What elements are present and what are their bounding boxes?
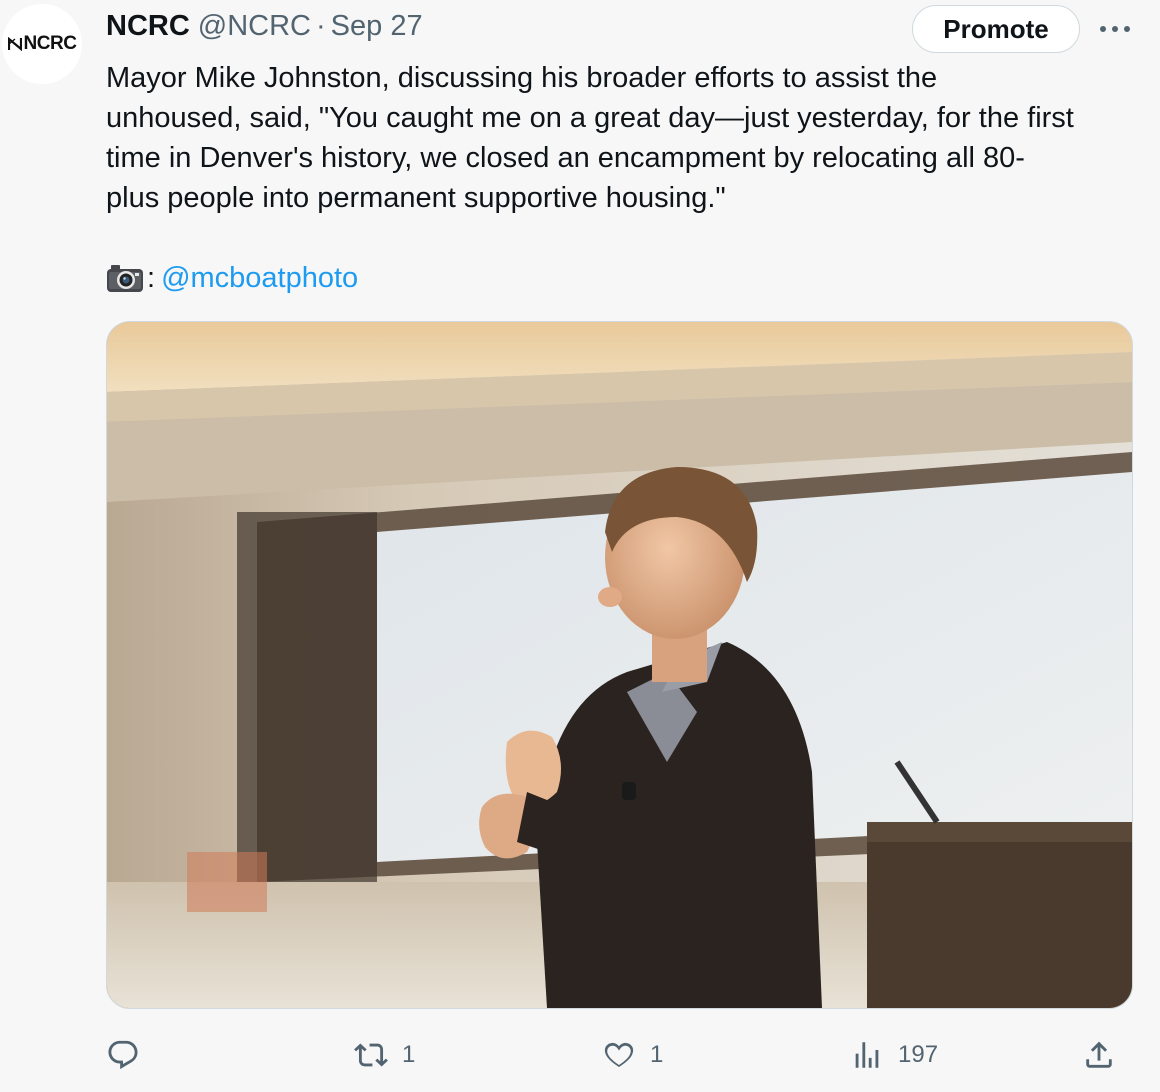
more-horizontal-icon: [1100, 26, 1130, 32]
photo-mayor-speaking: [107, 322, 1132, 1008]
retweet-count: 1: [402, 1041, 416, 1068]
views-button[interactable]: 197: [850, 1030, 938, 1080]
views-chart-icon: [855, 1042, 879, 1068]
ncrc-logo-mark-icon: [7, 37, 22, 51]
avatar-logo-text: NCRC: [23, 33, 77, 54]
views-count: 197: [898, 1041, 939, 1068]
author-name[interactable]: NCRC: [106, 10, 190, 43]
tweet-header: NCRC @NCRC · Sep 27: [106, 6, 423, 46]
like-button[interactable]: 1: [602, 1030, 663, 1080]
reply-button[interactable]: [106, 1030, 154, 1080]
promote-button[interactable]: Promote: [912, 5, 1080, 53]
like-count: 1: [650, 1041, 664, 1068]
heart-icon: [604, 1042, 634, 1067]
tweet-date[interactable]: Sep 27: [331, 10, 423, 43]
retweet-button[interactable]: 1: [354, 1030, 415, 1080]
tweet: NCRC NCRC @NCRC · Sep 27 Promote Mayor M…: [0, 0, 1160, 1092]
ncrc-logo: NCRC: [7, 33, 77, 55]
more-options-button[interactable]: [1098, 14, 1132, 44]
tweet-photo[interactable]: [106, 321, 1133, 1009]
retweet-icon: [354, 1043, 388, 1067]
avatar[interactable]: NCRC: [2, 4, 82, 84]
separator-dot: ·: [316, 9, 326, 42]
photographer-mention-link[interactable]: @mcboatphoto: [161, 262, 358, 295]
photo-credit: : @mcboatphoto: [106, 258, 358, 298]
author-handle[interactable]: @NCRC: [198, 10, 311, 43]
camera-emoji-icon: [107, 265, 143, 292]
share-button[interactable]: [1082, 1030, 1130, 1080]
share-icon: [1086, 1041, 1112, 1068]
tweet-actions: 1 1 197: [106, 1030, 1136, 1080]
credit-colon: :: [147, 261, 156, 294]
reply-icon: [108, 1040, 138, 1070]
tweet-text: Mayor Mike Johnston, discussing his broa…: [106, 62, 1074, 214]
